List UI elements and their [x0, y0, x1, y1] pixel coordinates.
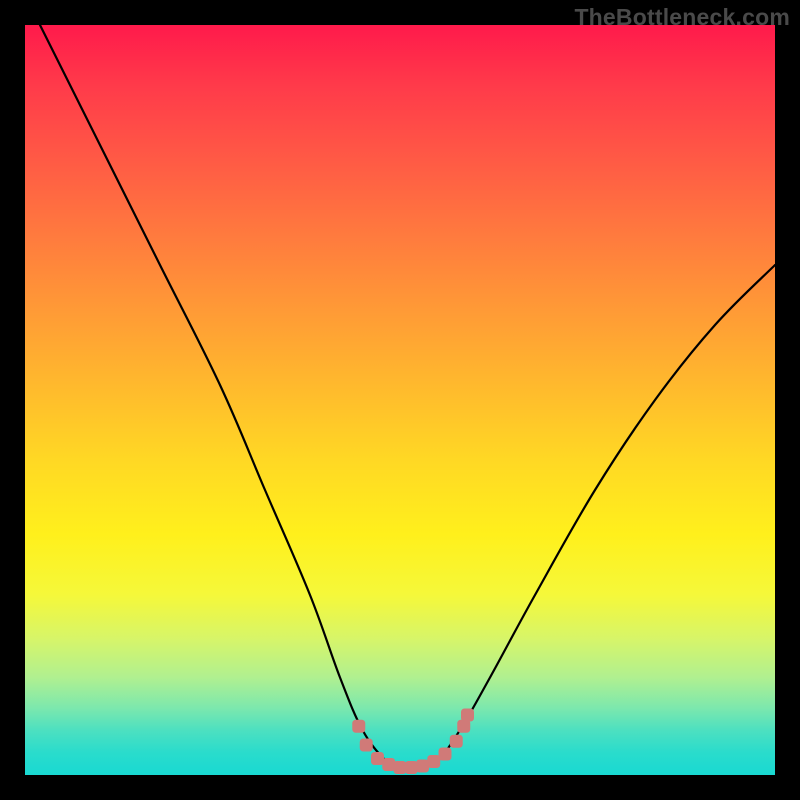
marker-point [416, 760, 429, 773]
bottom-cluster-markers [352, 709, 474, 775]
chart-frame: TheBottleneck.com [0, 0, 800, 800]
marker-point [394, 761, 407, 774]
plot-area [25, 25, 775, 775]
marker-point [427, 755, 440, 768]
marker-point [457, 720, 470, 733]
marker-point [439, 748, 452, 761]
marker-point [360, 739, 373, 752]
marker-point [352, 720, 365, 733]
marker-point [405, 761, 418, 774]
bottleneck-curve [40, 25, 775, 770]
marker-point [371, 752, 384, 765]
marker-point [461, 709, 474, 722]
curve-svg [25, 25, 775, 775]
marker-point [382, 758, 395, 771]
marker-point [450, 735, 463, 748]
